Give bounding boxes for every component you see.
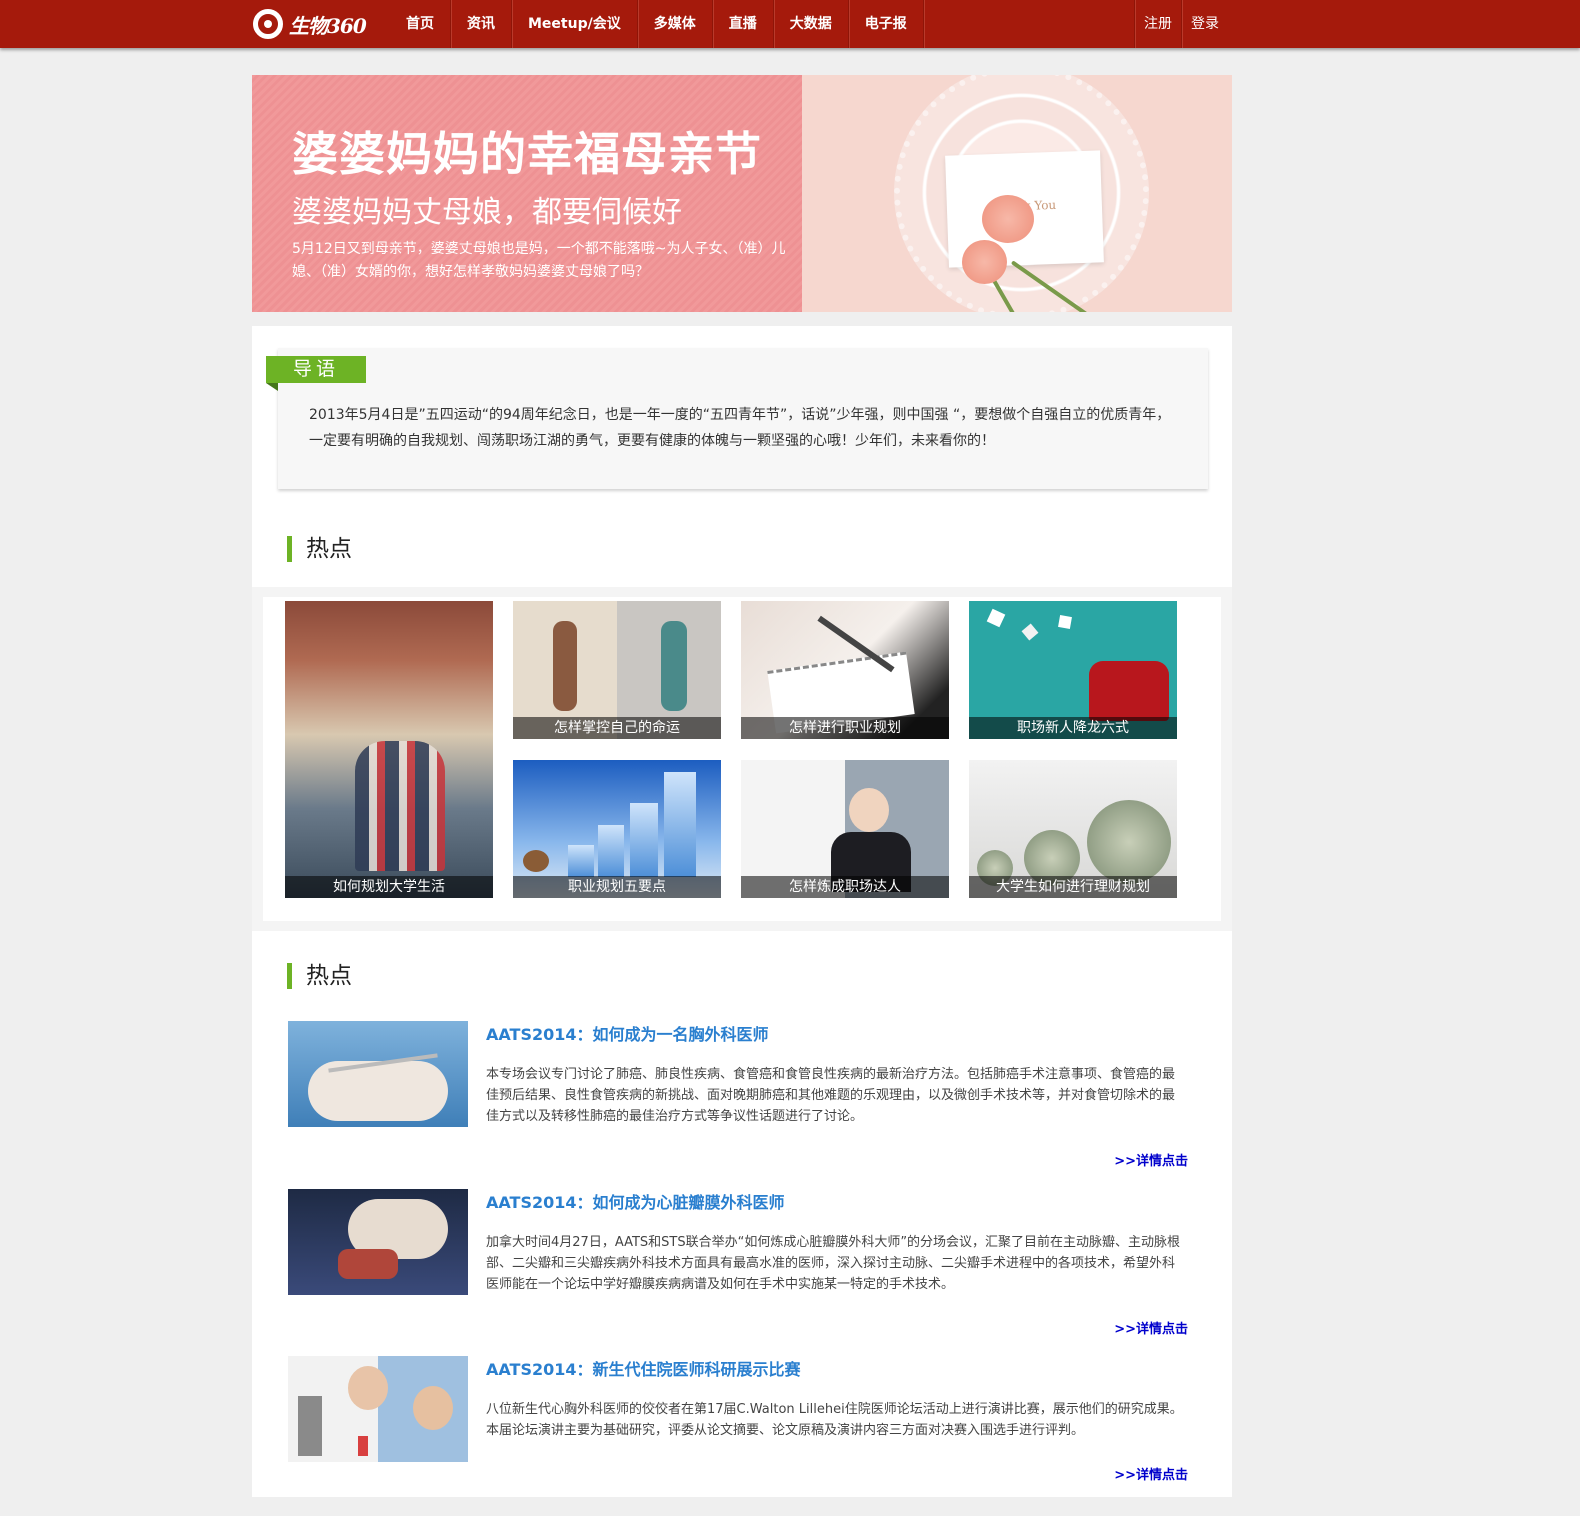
tile-caption: 如何规划大学生活 — [285, 876, 493, 898]
students-figure — [355, 741, 445, 871]
carnation-flower — [962, 240, 1007, 284]
top-navbar: 生物360 首页 资讯 Meetup/会议 多媒体 直播 大数据 电子报 注册 … — [0, 0, 1580, 48]
article-item: AATS2014：如何成为一名胸外科医师 本专场会议专门讨论了肺癌、肺良性疾病、… — [288, 1021, 1188, 1181]
microscope-image — [298, 1396, 322, 1456]
bar-image — [630, 803, 658, 877]
article-thumbnail[interactable] — [288, 1356, 468, 1462]
article-more-link[interactable]: >>详情点击 — [1114, 1318, 1188, 1337]
logo-text: 生物360 — [289, 13, 367, 38]
paper-image — [986, 608, 1006, 628]
nav-meetup[interactable]: Meetup/会议 — [512, 0, 638, 48]
hot-tile-career-plan[interactable]: 怎样进行职业规划 — [741, 601, 949, 739]
scientist-face-image — [348, 1366, 388, 1410]
section-title-hot-articles: 热点 — [287, 963, 352, 989]
bar-image — [664, 772, 696, 877]
hot-gallery: 如何规划大学生活 怎样掌控自己的命运 怎样进行职业规划 职场新人降龙六式 职业规… — [252, 587, 1232, 931]
tile-caption: 职场新人降龙六式 — [969, 717, 1177, 739]
tile-caption: 怎样进行职业规划 — [741, 717, 949, 739]
article-title[interactable]: AATS2014：新生代住院医师科研展示比赛 — [486, 1356, 801, 1380]
snail-image — [523, 850, 549, 872]
person-figure — [661, 621, 687, 711]
nav-multimedia[interactable]: 多媒体 — [638, 0, 713, 48]
intro-text: 2013年5月4日是”五四运动“的94周年纪念日，也是一年一度的“五四青年节”，… — [309, 407, 1171, 449]
carnation-flower — [982, 195, 1034, 243]
hot-tile-workplace-pro[interactable]: 怎样炼成职场达人 — [741, 760, 949, 898]
hot-gallery-grid: 如何规划大学生活 怎样掌控自己的命运 怎样进行职业规划 职场新人降龙六式 职业规… — [263, 597, 1221, 921]
intro-box: 导语 2013年5月4日是”五四运动“的94周年纪念日，也是一年一度的“五四青年… — [266, 348, 1208, 489]
tile-caption: 怎样掌控自己的命运 — [513, 717, 721, 739]
woman-face-image — [849, 788, 889, 832]
paper-image — [1021, 623, 1039, 641]
article-item: AATS2014：如何成为心脏瓣膜外科医师 加拿大时间4月27日，AATS和ST… — [288, 1189, 1188, 1349]
hot-tile-newcomer[interactable]: 职场新人降龙六式 — [969, 601, 1177, 739]
nav-epaper[interactable]: 电子报 — [849, 0, 924, 48]
banner-image: Thank You — [802, 75, 1232, 312]
red-chair-image — [1089, 661, 1169, 721]
article-thumbnail[interactable] — [288, 1021, 468, 1127]
article-summary: 加拿大时间4月27日，AATS和STS联合举办“如何炼成心脏瓣膜外科大师”的分场… — [486, 1235, 1181, 1292]
hot-tile-destiny[interactable]: 怎样掌控自己的命运 — [513, 601, 721, 739]
site-logo[interactable]: 生物360 — [253, 7, 367, 41]
article-summary: 本专场会议专门讨论了肺癌、肺良性疾病、食管癌和食管良性疾病的最新治疗方法。包括肺… — [486, 1067, 1176, 1124]
money-ball-image — [1087, 800, 1171, 884]
tile-caption: 职业规划五要点 — [513, 876, 721, 898]
hot-tile-college[interactable]: 如何规划大学生活 — [285, 601, 493, 898]
person-figure — [553, 621, 577, 711]
nav-bigdata[interactable]: 大数据 — [774, 0, 849, 48]
banner-title: 婆婆妈妈的幸福母亲节 — [292, 127, 762, 181]
article-thumbnail[interactable] — [288, 1189, 468, 1295]
article-item: AATS2014：新生代住院医师科研展示比赛 八位新生代心胸外科医师的佼佼者在第… — [288, 1356, 1188, 1516]
nav-home[interactable]: 首页 — [390, 0, 451, 48]
paper-image — [1058, 615, 1072, 629]
banner-text-panel: 婆婆妈妈的幸福母亲节 婆婆妈妈丈母娘，都要伺候好 5月12日又到母亲节，婆婆丈母… — [252, 75, 802, 312]
auth-links: 注册 登录 — [1134, 0, 1228, 48]
scientist-face-image — [413, 1386, 453, 1430]
main-content: 导语 2013年5月4日是”五四运动“的94周年纪念日，也是一年一度的“五四青年… — [252, 326, 1232, 1497]
nav-live[interactable]: 直播 — [713, 0, 774, 48]
article-more-link[interactable]: >>详情点击 — [1114, 1464, 1188, 1483]
register-link[interactable]: 注册 — [1134, 0, 1181, 48]
hot-tile-five-points[interactable]: 职业规划五要点 — [513, 760, 721, 898]
login-link[interactable]: 登录 — [1181, 0, 1228, 48]
tile-caption: 大学生如何进行理财规划 — [969, 876, 1177, 898]
intro-tag: 导语 — [266, 356, 366, 391]
banner-description: 5月12日又到母亲节，婆婆丈母娘也是妈，一个都不能落哦~为人子女、（准）儿媳、（… — [292, 241, 786, 280]
article-more-link[interactable]: >>详情点击 — [1114, 1150, 1188, 1169]
bar-image — [568, 845, 594, 877]
tile-caption: 怎样炼成职场达人 — [741, 876, 949, 898]
test-tube-image — [358, 1436, 368, 1456]
nav-news[interactable]: 资讯 — [451, 0, 512, 48]
article-title[interactable]: AATS2014：如何成为心脏瓣膜外科医师 — [486, 1189, 785, 1213]
main-nav: 首页 资讯 Meetup/会议 多媒体 直播 大数据 电子报 — [390, 0, 924, 48]
bar-image — [598, 825, 624, 877]
logo-target-icon — [253, 9, 283, 39]
banner-subtitle: 婆婆妈妈丈母娘，都要伺候好 — [292, 195, 682, 230]
hero-banner[interactable]: 婆婆妈妈的幸福母亲节 婆婆妈妈丈母娘，都要伺候好 5月12日又到母亲节，婆婆丈母… — [252, 75, 1232, 312]
hot-tile-finance[interactable]: 大学生如何进行理财规划 — [969, 760, 1177, 898]
surgery-image — [338, 1249, 398, 1279]
article-summary: 八位新生代心胸外科医师的佼佼者在第17届C.Walton Lillehei住院医… — [486, 1402, 1183, 1438]
article-title[interactable]: AATS2014：如何成为一名胸外科医师 — [486, 1021, 769, 1045]
section-title-hot: 热点 — [287, 536, 352, 562]
